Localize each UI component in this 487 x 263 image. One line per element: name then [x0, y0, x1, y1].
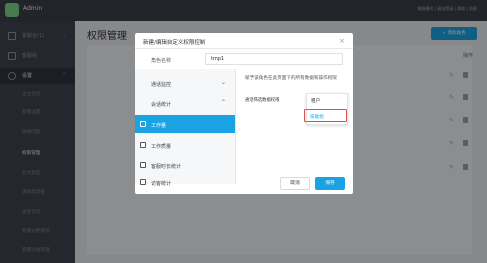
tree-item-visitor-stats[interactable]: 访客统计 [135, 173, 235, 191]
chevron-down-icon: ⌄ [220, 79, 226, 86]
checkbox[interactable] [140, 142, 146, 148]
permission-modal: 新建/编辑自定义权限控制 × 角色名称 tmp1 通话监控 ⌄ 会话统计 ⌃ 工… [135, 33, 353, 194]
tree-item-label: 访客统计 [151, 181, 172, 187]
role-name-label: 角色名称 [151, 58, 172, 64]
permission-description: 赋予该角色在此页面下的所有数据和操作权限 [245, 76, 337, 81]
dropdown-option-label: 技能组 [310, 115, 324, 120]
dropdown-option-highlighted[interactable]: 技能组 [304, 109, 347, 122]
checkbox[interactable] [140, 162, 146, 168]
role-name-input[interactable]: tmp1 [205, 53, 343, 65]
save-button[interactable]: 保存 [315, 177, 345, 190]
divider [135, 48, 353, 49]
close-icon[interactable]: × [339, 37, 345, 45]
tree-group-label: 会话统计 [151, 102, 172, 108]
cancel-button[interactable]: 取消 [280, 177, 310, 190]
chevron-up-icon: ⌃ [220, 99, 226, 106]
tree-item-label: 工作质量 [151, 144, 172, 150]
tree-group-session-stats[interactable]: 会话统计 ⌃ [135, 94, 235, 112]
tree-item-workload[interactable]: 工作量 [135, 115, 235, 133]
tree-item-label: 工作量 [151, 123, 167, 129]
tree-item-work-quality[interactable]: 工作质量 [135, 136, 235, 154]
modal-title: 新建/编辑自定义权限控制 [143, 40, 206, 46]
checkbox[interactable] [140, 121, 146, 127]
permission-dropdown[interactable]: 租户 技能组 [304, 93, 348, 125]
permission-tree: 通话监控 ⌄ 会话统计 ⌃ 工作量 工作质量 客服时长统计 访客统计 [135, 69, 236, 187]
tree-group-label: 通话监控 [151, 82, 172, 88]
dropdown-option[interactable]: 租户 [311, 98, 320, 104]
filter-permission-label: 通话筛选数据权限 [245, 98, 280, 103]
tree-group-call-monitor[interactable]: 通话监控 ⌄ [135, 74, 235, 92]
tree-item-label: 客服时长统计 [151, 164, 182, 170]
tree-item-agent-duration[interactable]: 客服时长统计 [135, 156, 235, 174]
checkbox[interactable] [140, 179, 146, 185]
